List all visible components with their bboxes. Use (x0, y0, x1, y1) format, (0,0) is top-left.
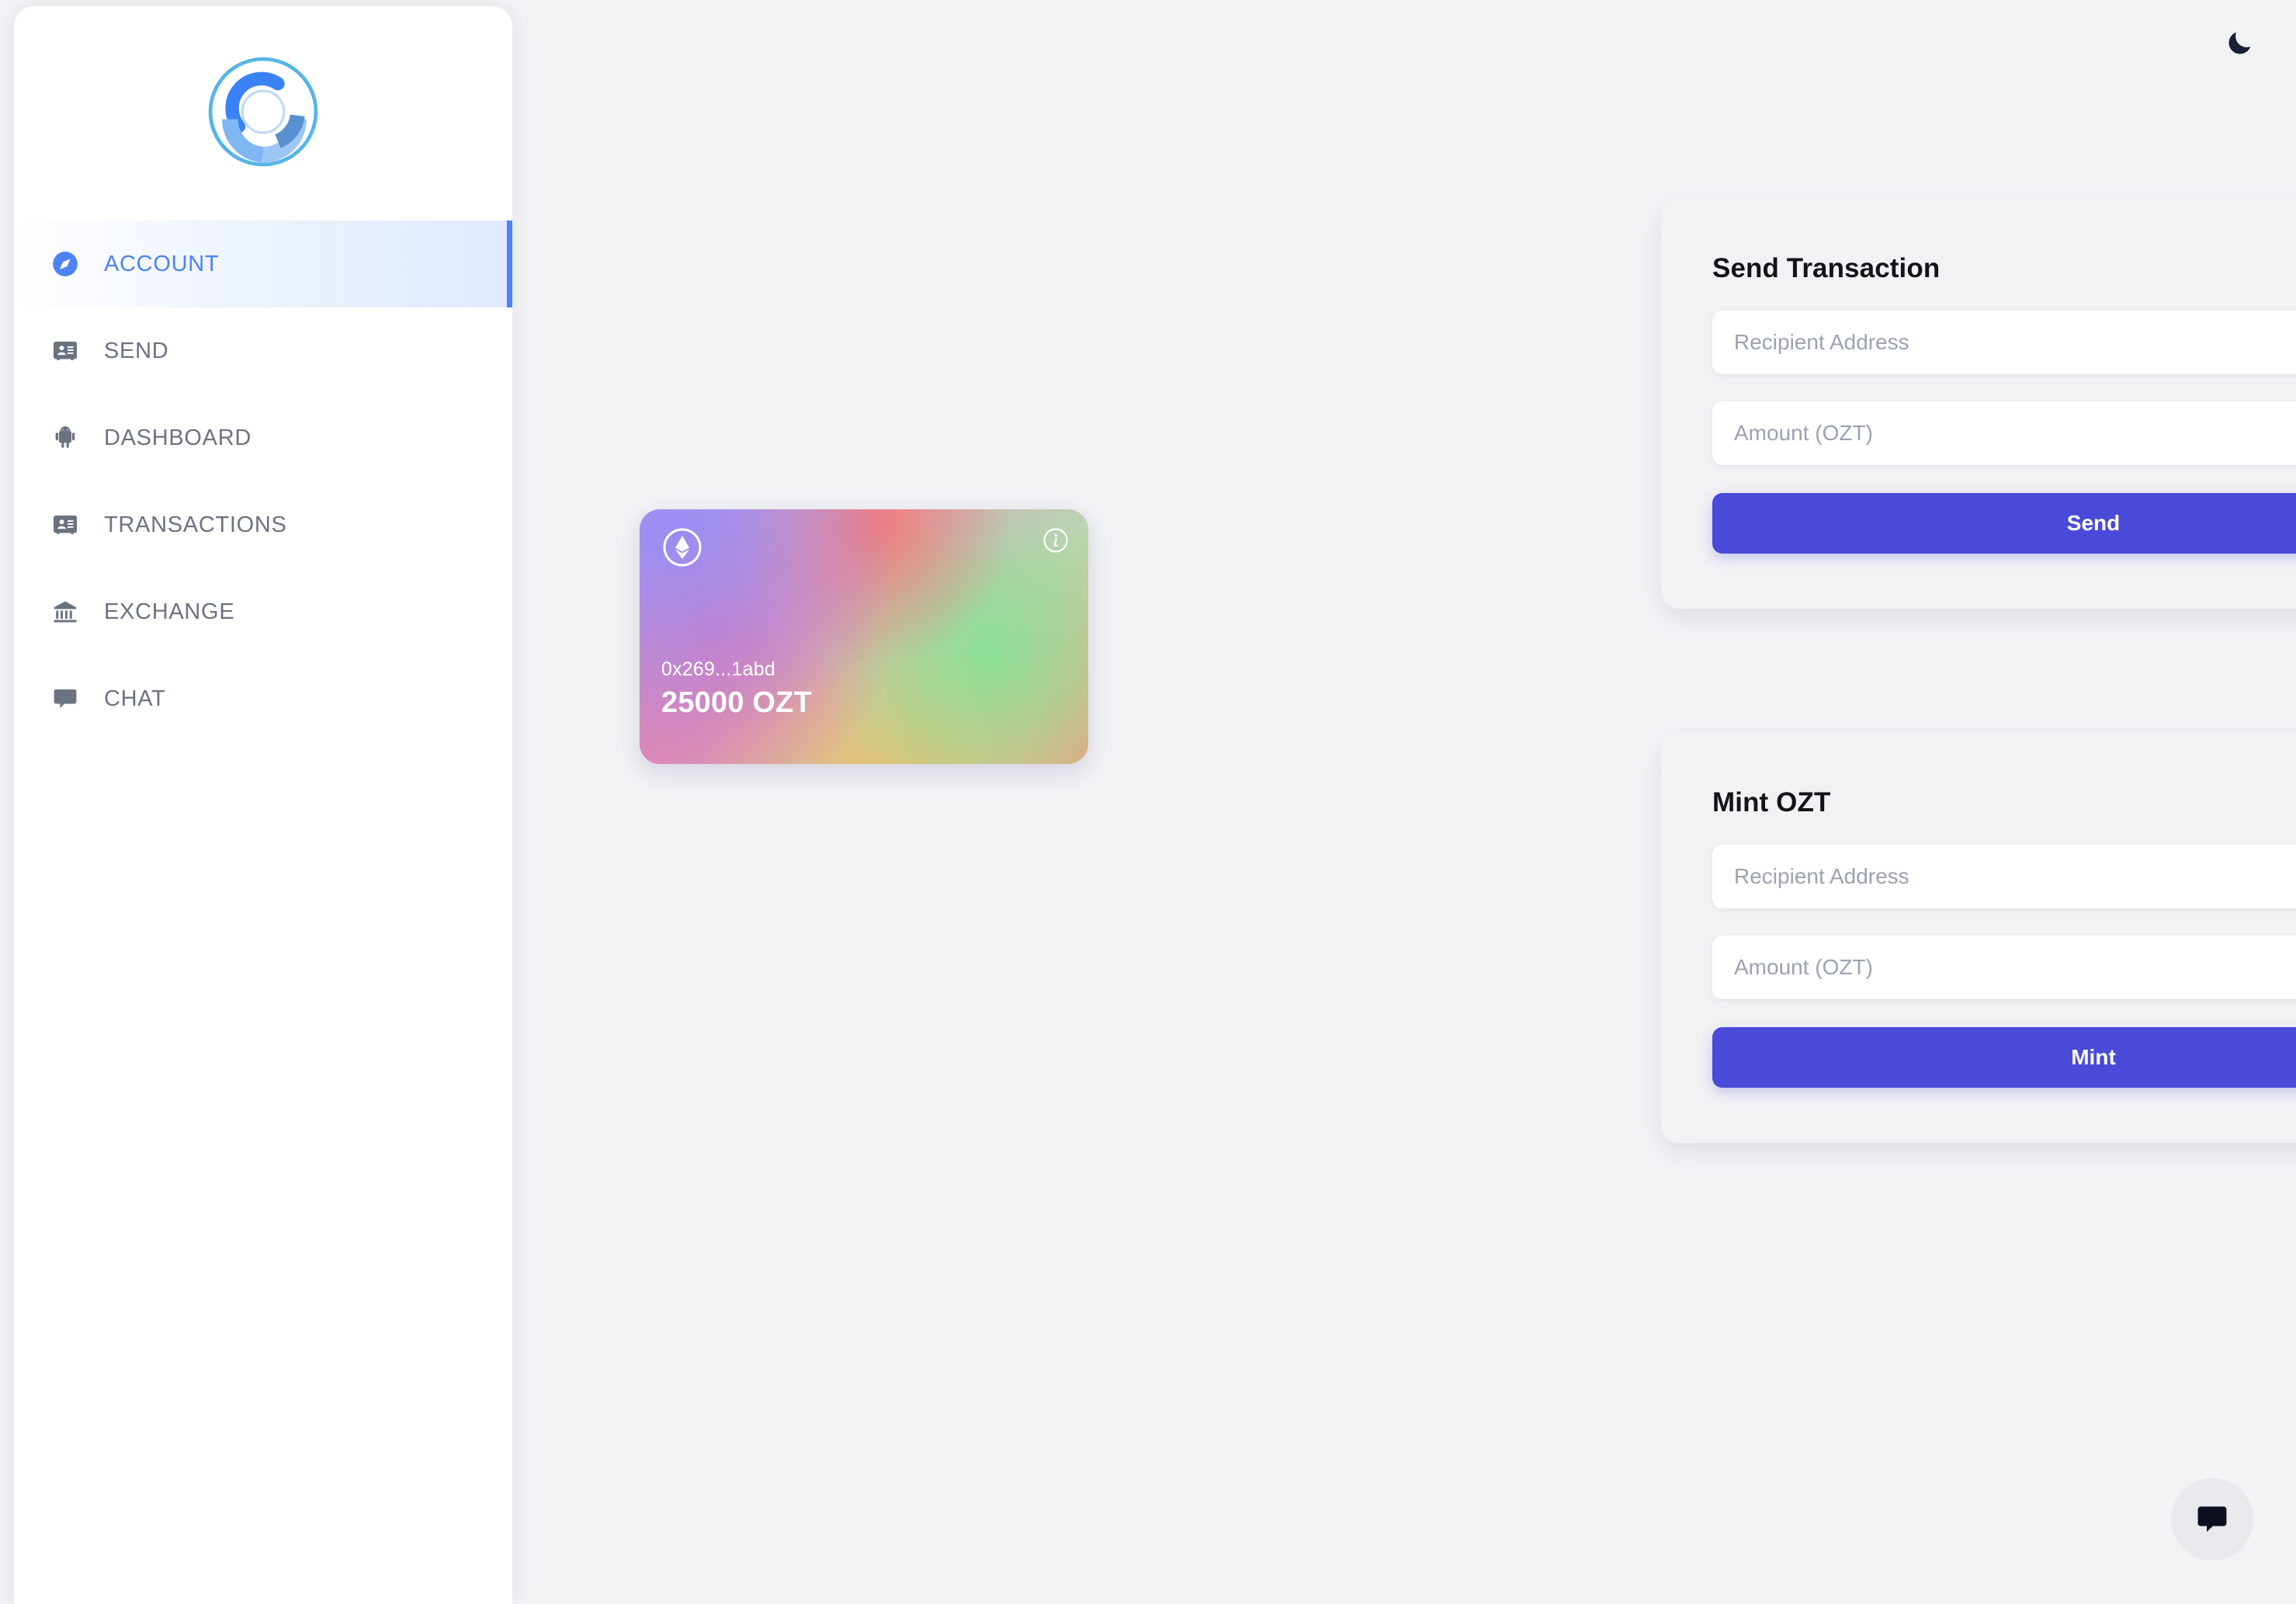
sidebar-item-transactions[interactable]: TRANSACTIONS (14, 481, 512, 568)
mint-button[interactable]: Mint (1712, 1027, 2296, 1088)
sidebar-item-label: ACCOUNT (104, 251, 220, 276)
sidebar-nav: ACCOUNT SEND DASHBOARD TRANSACTIONS EXCH… (14, 217, 512, 742)
panel-title: Mint OZT (1712, 787, 1831, 818)
chat-bubble-icon (48, 682, 82, 716)
sidebar-item-label: DASHBOARD (104, 425, 251, 450)
send-button[interactable]: Send (1712, 493, 2296, 554)
dark-mode-toggle[interactable] (2218, 22, 2261, 65)
send-amount-input[interactable] (1712, 401, 2296, 465)
ozt-logo-icon (208, 57, 318, 167)
main-content: 0x269...1abd 25000 OZT Send Transaction … (512, 0, 2296, 1604)
chat-fab-button[interactable] (2171, 1478, 2253, 1561)
contact-card-icon (48, 334, 82, 368)
sidebar-item-account[interactable]: ACCOUNT (14, 220, 512, 307)
mint-amount-input[interactable] (1712, 936, 2296, 999)
send-transaction-panel: Send Transaction Send (1661, 199, 2296, 609)
sidebar-item-send[interactable]: SEND (14, 307, 512, 394)
info-icon[interactable] (1042, 527, 1069, 554)
wallet-balance-card[interactable]: 0x269...1abd 25000 OZT (640, 509, 1088, 764)
sidebar-item-dashboard[interactable]: DASHBOARD (14, 394, 512, 481)
sidebar-item-label: CHAT (104, 686, 166, 711)
bank-icon (48, 595, 82, 629)
wallet-address: 0x269...1abd (661, 658, 775, 680)
app-logo (14, 6, 512, 217)
send-recipient-input[interactable] (1712, 311, 2296, 374)
sidebar: ACCOUNT SEND DASHBOARD TRANSACTIONS EXCH… (14, 6, 512, 1604)
ethereum-icon (663, 528, 702, 567)
moon-icon (2228, 32, 2251, 54)
sidebar-item-label: SEND (104, 338, 169, 363)
mint-ozt-panel: Mint OZT Mint (1661, 733, 2296, 1143)
chat-bubble-icon (2197, 1506, 2227, 1533)
android-icon (48, 421, 82, 455)
panel-title: Send Transaction (1712, 253, 1941, 283)
contact-card-icon (48, 508, 82, 542)
wallet-balance: 25000 OZT (661, 686, 813, 719)
compass-icon (48, 247, 82, 281)
mint-recipient-input[interactable] (1712, 845, 2296, 908)
sidebar-item-exchange[interactable]: EXCHANGE (14, 568, 512, 655)
sidebar-item-chat[interactable]: CHAT (14, 655, 512, 742)
sidebar-item-label: TRANSACTIONS (104, 512, 287, 537)
sidebar-item-label: EXCHANGE (104, 599, 235, 624)
